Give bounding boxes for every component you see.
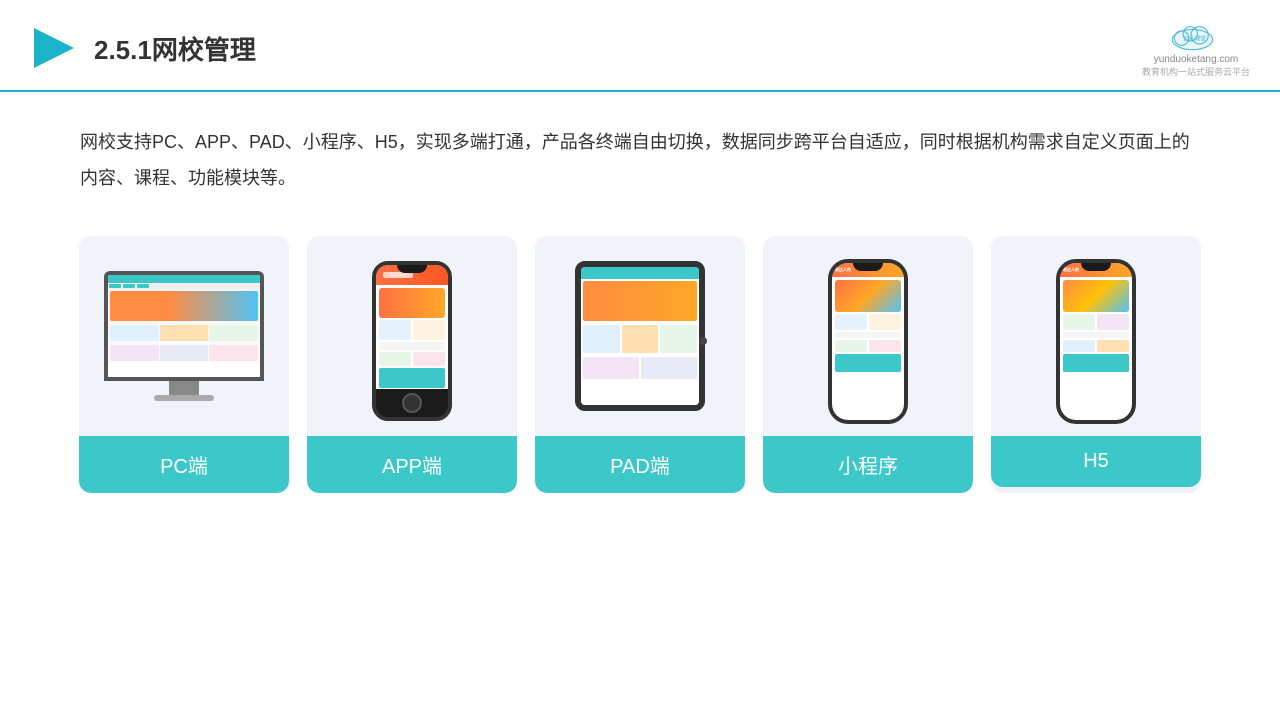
logo-tagline: 教育机构一站式服务云平台: [1142, 65, 1250, 78]
cards-container: PC端 职达人的: [0, 206, 1280, 493]
card-miniprogram-label: 小程序: [763, 436, 973, 493]
card-app-label: APP端: [307, 436, 517, 493]
miniprogram-mockup: 职达人的: [828, 259, 908, 424]
h5-mockup: 职达人的: [1056, 259, 1136, 424]
pc-mockup: [104, 271, 264, 411]
card-app: 职达人的: [307, 236, 517, 493]
card-pc: PC端: [79, 236, 289, 493]
card-pad-label: PAD端: [535, 436, 745, 493]
app-mockup: 职达人的: [372, 261, 452, 421]
logo-icon: 云朵课堂: [1166, 18, 1226, 54]
card-pad-image: [535, 236, 745, 436]
page-title: 2.5.1网校管理: [94, 30, 256, 67]
logo-text: yunduoketang.com: [1154, 54, 1239, 65]
card-h5: 职达人的: [991, 236, 1201, 493]
card-pad: PAD端: [535, 236, 745, 493]
page-header: 2.5.1网校管理 云朵课堂 yunduoketang.com 教育机构一站式服…: [0, 0, 1280, 92]
play-icon: [30, 24, 78, 72]
card-miniprogram: 职达人的: [763, 236, 973, 493]
header-left: 2.5.1网校管理: [30, 24, 256, 72]
card-h5-label: H5: [991, 436, 1201, 487]
card-pc-label: PC端: [79, 436, 289, 493]
logo-area: 云朵课堂 yunduoketang.com 教育机构一站式服务云平台: [1142, 18, 1250, 78]
card-pc-image: [79, 236, 289, 436]
description-text: 网校支持PC、APP、PAD、小程序、H5，实现多端打通，产品各终端自由切换，数…: [0, 92, 1280, 206]
card-app-image: 职达人的: [307, 236, 517, 436]
card-h5-image: 职达人的: [991, 236, 1201, 436]
pad-mockup: [575, 261, 705, 421]
card-miniprogram-image: 职达人的: [763, 236, 973, 436]
